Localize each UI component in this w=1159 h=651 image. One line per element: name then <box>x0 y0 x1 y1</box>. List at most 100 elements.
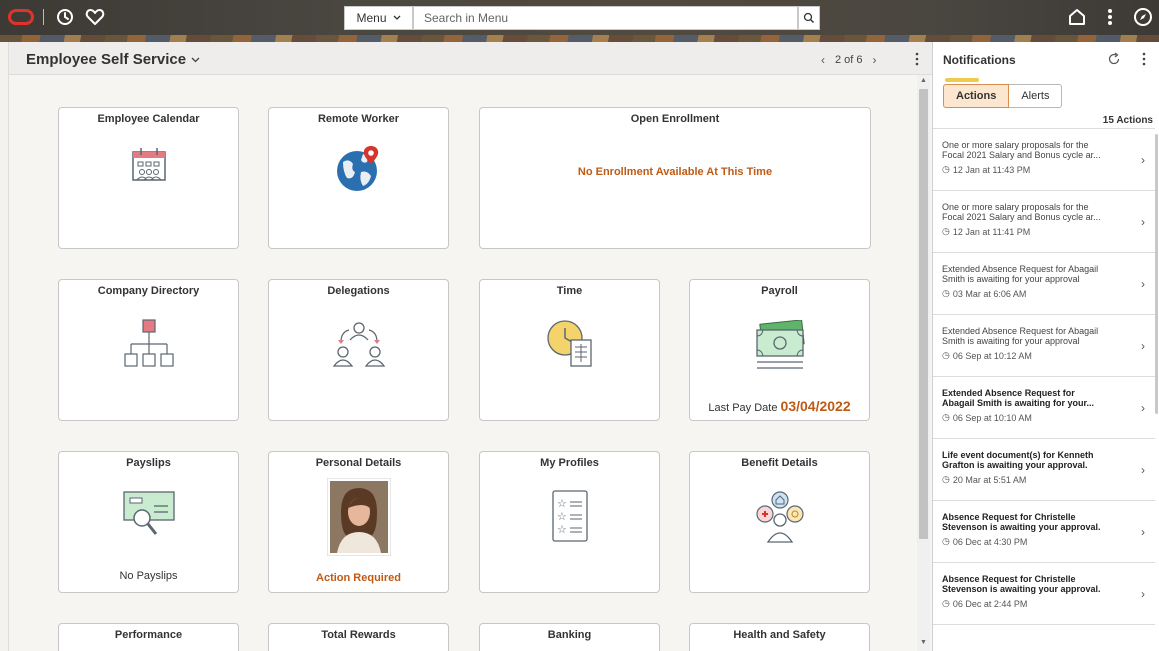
scroll-up-icon[interactable]: ▲ <box>920 77 927 84</box>
refresh-icon[interactable] <box>1107 52 1121 66</box>
tile-my-profiles[interactable]: My Profiles ☆ ☆ ☆ <box>479 451 660 593</box>
enrollment-message: No Enrollment Available At This Time <box>577 166 773 178</box>
search-button[interactable] <box>798 6 820 30</box>
tile-title: Total Rewards <box>321 629 396 641</box>
calendar-people-icon <box>131 148 166 181</box>
clock-icon: ◷ <box>942 288 950 298</box>
tile-personal-details[interactable]: Personal Details Action Required <box>268 451 449 593</box>
notification-text: Life event document(s) for Kenneth Graft… <box>942 450 1125 470</box>
tile-remote-worker[interactable]: Remote Worker <box>268 107 449 249</box>
money-bills-icon <box>755 320 805 369</box>
tile-title: Payslips <box>126 457 171 469</box>
homepage-scrollbar[interactable]: ▲ ▼ <box>917 75 930 651</box>
notification-timestamp: 12 Jan at 11:41 PM <box>952 226 1031 237</box>
notification-text: Extended Absence Request for Abagail Smi… <box>942 388 1125 408</box>
chevron-right-icon: › <box>1141 153 1145 167</box>
tile-payslips[interactable]: Payslips No Payslips <box>58 451 239 593</box>
tab-actions[interactable]: Actions <box>943 84 1010 108</box>
notification-line: Focal 2021 Salary and Bonus cycle ar... <box>942 212 1101 222</box>
oracle-logo[interactable] <box>8 9 34 25</box>
homepage-selector[interactable]: Employee Self Service <box>26 51 200 68</box>
tile-title: Banking <box>547 629 592 641</box>
notification-item[interactable]: Life event document(s) for Kenneth Graft… <box>933 439 1155 501</box>
menu-button[interactable]: Menu <box>344 6 413 30</box>
svg-text:☆: ☆ <box>557 510 567 523</box>
notification-line: Absence Request for Christelle <box>942 512 1076 522</box>
scroll-down-icon[interactable]: ▼ <box>920 639 927 646</box>
notification-item[interactable]: One or more salary proposals for the Foc… <box>933 191 1155 253</box>
tile-title: Personal Details <box>315 457 402 469</box>
tile-title: Delegations <box>327 285 390 297</box>
tile-total-rewards[interactable]: Total Rewards <box>268 623 449 651</box>
notification-timestamp: 20 Mar at 5:51 AM <box>952 474 1027 485</box>
page-title: Employee Self Service <box>26 51 187 68</box>
homepage-pager: ‹ 2 of 6 › <box>821 53 877 67</box>
notification-time: ◷ 12 Jan at 11:41 PM <box>942 226 1125 237</box>
notifications-title: Notifications <box>943 53 1016 67</box>
notifications-options-icon[interactable] <box>1141 52 1147 66</box>
tile-title: Remote Worker <box>317 113 400 125</box>
svg-text:☆: ☆ <box>557 523 567 536</box>
actions-menu-icon[interactable] <box>1099 6 1121 28</box>
favorites-heart-icon[interactable] <box>84 6 106 28</box>
profile-ratings-icon: ☆ ☆ ☆ <box>551 490 588 542</box>
clock-icon: ◷ <box>942 412 950 422</box>
chevron-right-icon: › <box>1141 525 1145 539</box>
notification-item[interactable]: Extended Absence Request for Abagail Smi… <box>933 315 1155 377</box>
notification-item[interactable]: One or more salary proposals for the Foc… <box>933 129 1155 191</box>
previous-page-icon[interactable]: ‹ <box>821 53 825 67</box>
notification-timestamp: 06 Dec at 4:30 PM <box>952 536 1028 547</box>
profile-photo <box>326 478 391 556</box>
panel-accent-bar <box>945 78 979 82</box>
tile-benefit-details[interactable]: Benefit Details <box>689 451 870 593</box>
notification-line: Extended Absence Request for Abagail <box>942 326 1099 336</box>
clock-icon: ◷ <box>942 598 950 608</box>
tile-title: Employee Calendar <box>97 113 200 125</box>
scroll-thumb[interactable] <box>919 89 928 539</box>
homepage-options-icon[interactable] <box>912 52 922 66</box>
notification-line: Smith is awaiting for your approval <box>942 274 1080 284</box>
notifications-panel: Notifications Actions Alerts 15 Actions … <box>932 42 1159 651</box>
notifications-tabs: Actions Alerts <box>943 84 1063 108</box>
home-icon[interactable] <box>1066 6 1088 28</box>
tile-payroll[interactable]: Payroll Last Pay Date 03/04/2022 <box>689 279 870 421</box>
notification-line: Extended Absence Request for <box>942 388 1075 398</box>
chevron-right-icon: › <box>1141 401 1145 415</box>
divider <box>43 9 44 25</box>
tile-title: Time <box>556 285 583 297</box>
page-header: Employee Self Service ‹ 2 of 6 › <box>9 42 933 75</box>
tile-title: Performance <box>114 629 183 641</box>
notification-item[interactable]: Extended Absence Request for Abagail Smi… <box>933 253 1155 315</box>
chevron-right-icon: › <box>1141 587 1145 601</box>
tile-delegations[interactable]: Delegations <box>268 279 449 421</box>
clock-icon: ◷ <box>942 164 950 174</box>
notification-text: Extended Absence Request for Abagail Smi… <box>942 264 1125 284</box>
tile-health-safety[interactable]: Health and Safety <box>689 623 870 651</box>
search-menu-input[interactable] <box>413 6 798 30</box>
tile-employee-calendar[interactable]: Employee Calendar <box>58 107 239 249</box>
clock-icon: ◷ <box>942 226 950 236</box>
next-page-icon[interactable]: › <box>873 53 877 67</box>
clock-icon: ◷ <box>942 474 950 484</box>
chevron-right-icon: › <box>1141 277 1145 291</box>
org-chart-icon <box>123 319 174 367</box>
payslip-magnifier-icon <box>122 491 175 535</box>
tile-time[interactable]: Time <box>479 279 660 421</box>
notification-item[interactable]: Extended Absence Request for Abagail Smi… <box>933 377 1155 439</box>
notification-item[interactable]: Absence Request for Christelle Stevenson… <box>933 563 1155 625</box>
last-pay-info: Last Pay Date 03/04/2022 <box>690 398 869 414</box>
globe-location-icon <box>336 146 378 191</box>
navigator-compass-icon[interactable] <box>1132 6 1154 28</box>
clock-icon: ◷ <box>942 350 950 360</box>
tile-open-enrollment[interactable]: Open Enrollment No Enrollment Available … <box>479 107 871 249</box>
notifications-scrollbar[interactable] <box>1155 134 1158 414</box>
payslips-note: No Payslips <box>119 570 178 582</box>
tile-title: My Profiles <box>540 457 599 469</box>
recent-places-icon[interactable] <box>54 6 76 28</box>
chevron-down-icon <box>191 57 200 62</box>
tile-company-directory[interactable]: Company Directory <box>58 279 239 421</box>
tab-alerts[interactable]: Alerts <box>1009 84 1063 108</box>
tile-performance[interactable]: Performance <box>58 623 239 651</box>
notification-item[interactable]: Absence Request for Christelle Stevenson… <box>933 501 1155 563</box>
tile-banking[interactable]: Banking <box>479 623 660 651</box>
